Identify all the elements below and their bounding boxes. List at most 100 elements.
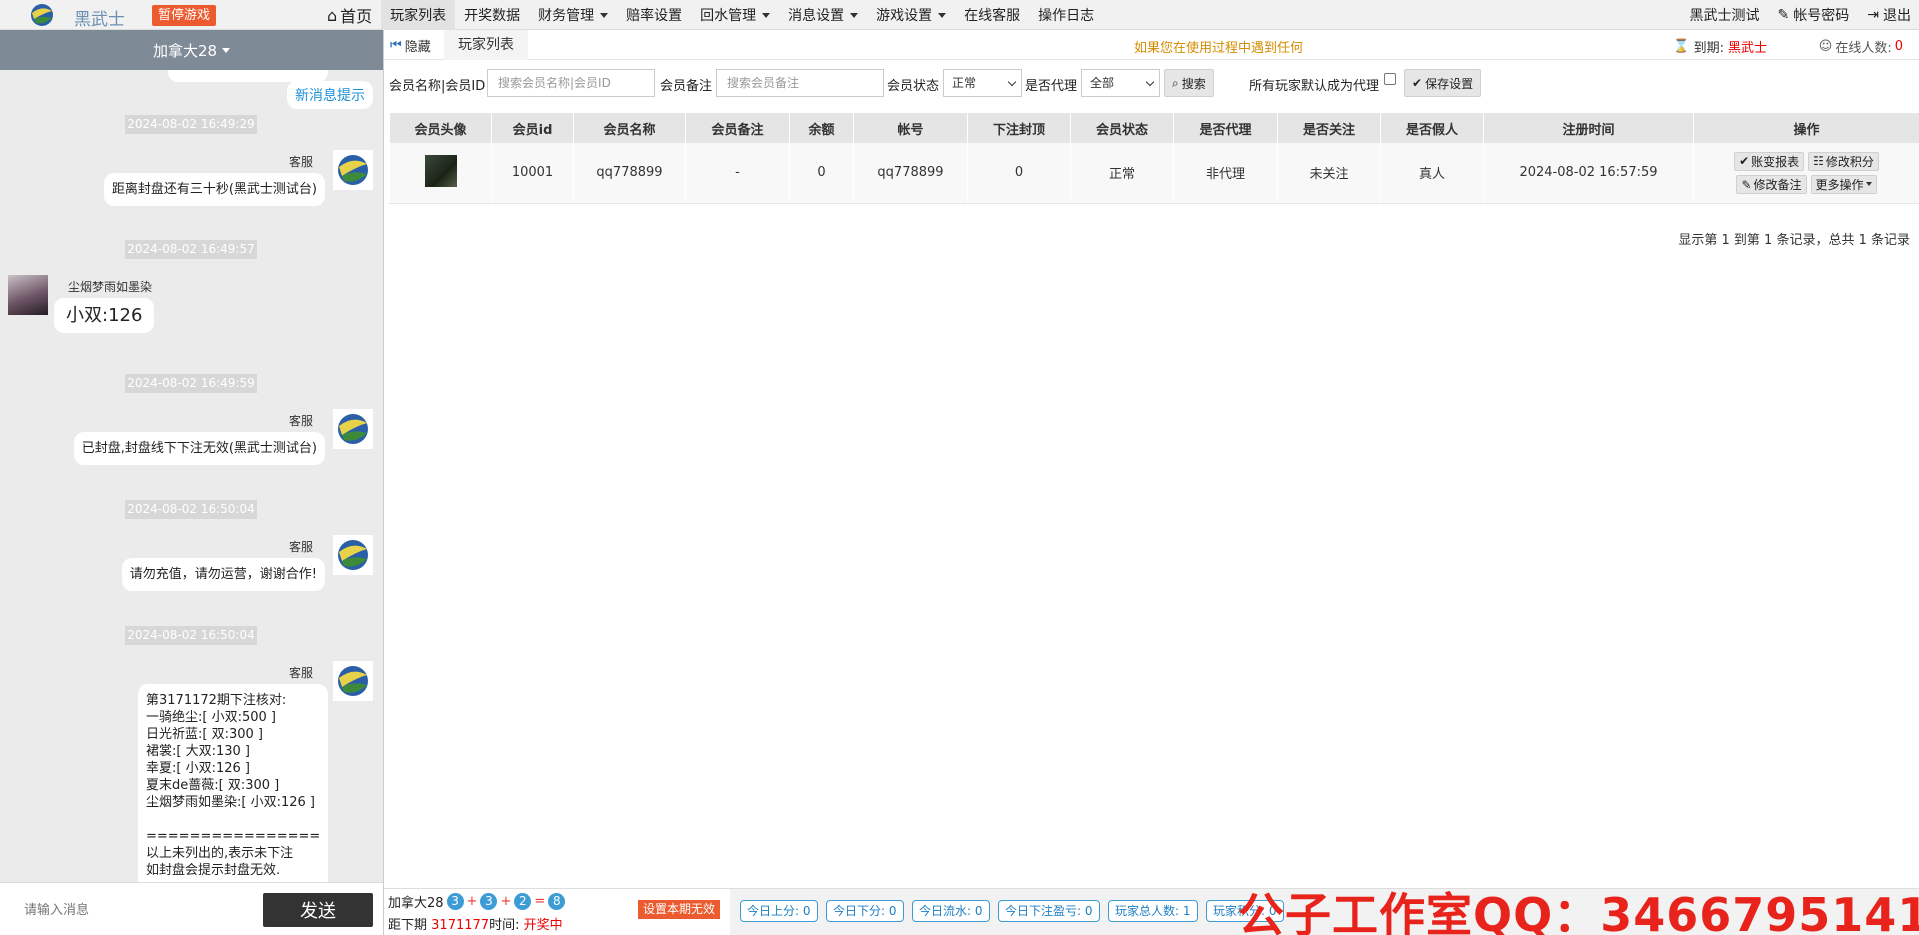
search-button[interactable]: ⌕ 搜索 (1164, 69, 1214, 97)
message-sender: 客服 (288, 540, 313, 554)
pause-game-button[interactable]: 暂停游戏 (152, 5, 217, 26)
tab-player-list[interactable]: 玩家列表 (444, 30, 528, 60)
actions-cell: ✔ 账变报表 ☷ 修改积分 ✎ 修改备注 更多操作 (1693, 143, 1919, 204)
logout-link[interactable]: ⇥ 退出 (1867, 5, 1911, 25)
menu-odds-label: 赔率设置 (626, 8, 683, 24)
hide-sidebar-button[interactable]: ⏮ 隐藏 (390, 36, 431, 55)
new-message-tip[interactable]: 新消息提示 (287, 81, 373, 109)
remark-filter-label: 会员备注 (660, 79, 713, 94)
edit-points-button[interactable]: ☷ 修改积分 (1808, 151, 1879, 171)
account-cell: qq778899 (853, 143, 968, 204)
player-avatar[interactable] (424, 154, 457, 187)
menu-messages[interactable]: 消息设置 (779, 0, 867, 30)
edit-points-label: 修改积分 (1825, 154, 1874, 169)
logo-icon (338, 540, 368, 570)
col-bet-cap[interactable]: 下注封顶 (967, 113, 1071, 143)
game-name: 加拿大28 (388, 896, 444, 911)
menu-game-settings[interactable]: 游戏设置 (867, 0, 955, 30)
brand-name: 黑武士 (74, 10, 125, 30)
online-value: 0 (1894, 39, 1903, 54)
chevron-down-icon (1865, 182, 1872, 186)
list-icon: ☷ (1813, 154, 1824, 168)
online-count: ☺ 在线人数: 0 (1819, 37, 1903, 56)
chevron-down-icon (1145, 77, 1155, 87)
logo-icon (31, 4, 53, 26)
name-cell: qq778899 (573, 143, 686, 204)
status-select[interactable]: 正常 (943, 69, 1022, 97)
edit-remark-label: 修改备注 (1753, 178, 1802, 192)
agent-select-value: 全部 (1090, 76, 1115, 90)
menu-support-label: 在线客服 (964, 8, 1021, 24)
menu-finance[interactable]: 财务管理 (529, 0, 617, 30)
service-avatar (333, 150, 373, 190)
player-table: 会员头像 会员id 会员名称 会员备注 余额 帐号 下注封顶 会员状态 是否代理… (389, 113, 1919, 204)
balance-report-button[interactable]: ✔ 账变报表 (1734, 151, 1805, 171)
message-timestamp: 2024-08-02 16:49:57 (125, 240, 257, 259)
result-sum-ball: 8 (548, 893, 566, 910)
logo-icon (338, 414, 368, 444)
col-account[interactable]: 帐号 (853, 113, 968, 143)
save-settings-label: 保存设置 (1425, 76, 1474, 91)
menu-draw-data[interactable]: 开奖数据 (455, 0, 529, 30)
result-ball: 3 (480, 893, 498, 910)
service-avatar (333, 409, 373, 449)
online-label: 在线人数: (1835, 41, 1892, 56)
col-fake[interactable]: 是否假人 (1380, 113, 1484, 143)
tab-bar: ⏮ 隐藏 玩家列表 如果您在使用过程中遇到任何 ⌛ 到期: 黑武士 ☺ 在线人数… (384, 30, 1919, 60)
id-cell: 10001 (491, 143, 574, 204)
edit-remark-button[interactable]: ✎ 修改备注 (1736, 175, 1807, 194)
agent-select[interactable]: 全部 (1081, 69, 1160, 97)
draw-result: 加拿大28 3 + 3 + 2 = 8 (388, 892, 566, 911)
default-agent-checkbox[interactable] (1384, 73, 1396, 85)
menu-logs[interactable]: 操作日志 (1029, 0, 1103, 30)
menu-rebate[interactable]: 回水管理 (691, 0, 779, 30)
logo-icon (338, 666, 368, 696)
col-reg-time[interactable]: 注册时间 (1483, 113, 1694, 143)
col-status[interactable]: 会员状态 (1070, 113, 1174, 143)
collapse-icon: ⏮ (390, 38, 402, 53)
main-panel: ⏮ 隐藏 玩家列表 如果您在使用过程中遇到任何 ⌛ 到期: 黑武士 ☺ 在线人数… (384, 30, 1919, 888)
stat-today-up: 今日上分: 0 (740, 900, 818, 922)
check-icon: ✔ (1412, 76, 1423, 90)
balance-cell: 0 (789, 143, 854, 204)
follow-cell: 未关注 (1277, 143, 1381, 204)
filter-bar: 会员名称|会员ID 搜索会员名称|会员ID 会员备注 搜索会员备注 会员状态 正… (384, 66, 1919, 100)
menu-player-list[interactable]: 玩家列表 (381, 0, 456, 30)
col-balance[interactable]: 余额 (789, 113, 854, 143)
logout-icon: ⇥ (1867, 7, 1879, 23)
menu-odds[interactable]: 赔率设置 (617, 0, 691, 30)
invalidate-period-button[interactable]: 设置本期无效 (638, 900, 721, 919)
balance-report-label: 账变报表 (1751, 154, 1800, 169)
name-search-input[interactable]: 搜索会员名称|会员ID (487, 69, 655, 97)
col-avatar[interactable]: 会员头像 (389, 113, 492, 143)
marquee-notice: 如果您在使用过程中遇到任何 (1134, 41, 1304, 56)
col-remark[interactable]: 会员备注 (685, 113, 790, 143)
col-name[interactable]: 会员名称 (573, 113, 686, 143)
save-settings-button[interactable]: ✔ 保存设置 (1404, 69, 1482, 97)
chat-messages[interactable]: 新消息提示 2024-08-02 16:49:29 客服 距离封盘还有三十秒(黑… (0, 70, 383, 882)
user-menu: 黑武士测试 ✎ 帐号密码 ⇥ 退出 (1690, 0, 1911, 30)
col-agent[interactable]: 是否代理 (1173, 113, 1278, 143)
reg-time-cell: 2024-08-02 16:57:59 (1483, 143, 1694, 204)
send-button[interactable]: 发送 (263, 893, 373, 927)
col-id[interactable]: 会员id (491, 113, 574, 143)
user-name[interactable]: 黑武士测试 (1690, 5, 1760, 25)
menu-support[interactable]: 在线客服 (955, 0, 1029, 30)
agent-cell: 非代理 (1173, 143, 1278, 204)
remark-search-input[interactable]: 搜索会员备注 (716, 69, 884, 97)
result-ball: 2 (514, 893, 532, 910)
col-follow[interactable]: 是否关注 (1277, 113, 1381, 143)
chat-message-input[interactable] (14, 893, 254, 925)
password-link[interactable]: ✎ 帐号密码 (1778, 5, 1850, 25)
message-bubble: 距离封盘还有三十秒(黑武士测试台) (103, 173, 325, 206)
more-actions-button[interactable]: 更多操作 (1810, 174, 1877, 194)
table-row: 10001 qq778899 - 0 qq778899 0 正常 非代理 未关注… (389, 143, 1919, 204)
bet-cap-cell: 0 (967, 143, 1071, 204)
avatar-cell (389, 143, 492, 204)
service-avatar (333, 535, 373, 575)
chat-room-selector[interactable]: 加拿大28 (0, 30, 383, 70)
message-timestamp: 2024-08-02 16:50:04 (125, 626, 257, 645)
operator-equals: = (534, 894, 546, 909)
chat-room-title: 加拿大28 (152, 41, 218, 60)
menu-home[interactable]: ⌂ 首页 (318, 0, 381, 30)
